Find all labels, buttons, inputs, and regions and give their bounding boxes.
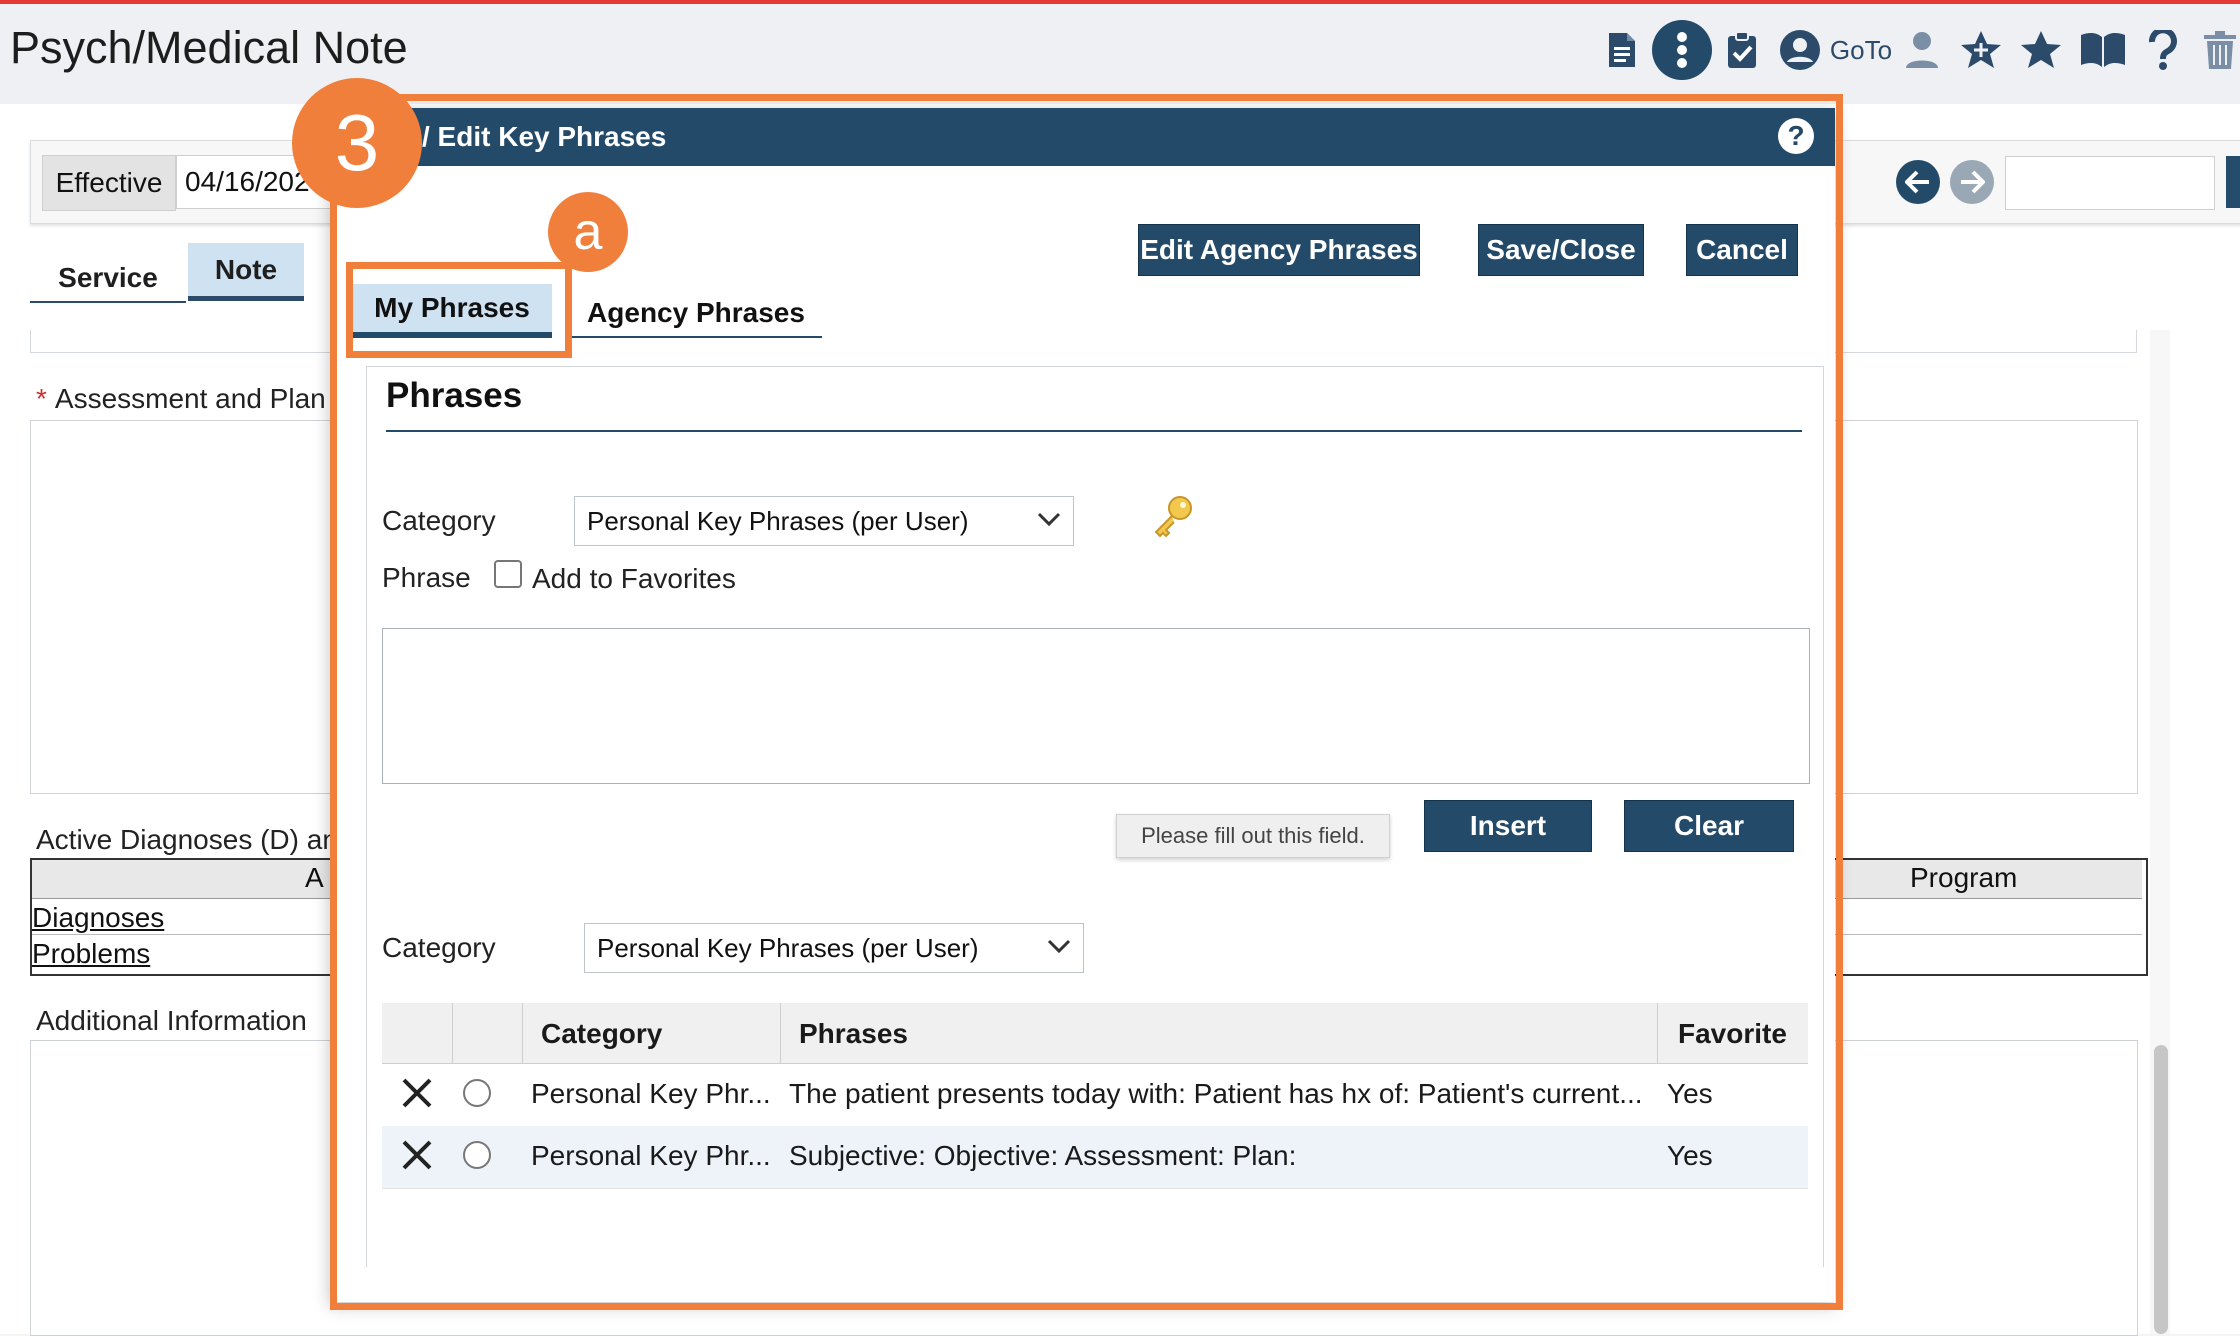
clipboard-check-icon[interactable]: [1724, 22, 1760, 78]
star-icon[interactable]: [2018, 22, 2064, 78]
trash-icon[interactable]: [2200, 22, 2240, 78]
assessment-label: * Assessment and Plan: [36, 383, 326, 415]
effective-label: Effective: [42, 155, 176, 211]
previous-arrow-icon[interactable]: [1896, 160, 1940, 204]
edge-button[interactable]: [2226, 156, 2240, 208]
assessment-label-text: Assessment and Plan: [54, 383, 326, 414]
problems-link[interactable]: Problems: [32, 938, 150, 970]
diagnoses-col-header: A: [305, 862, 324, 893]
program-col-header: Program: [1910, 862, 2018, 893]
annotation-sub-badge: a: [548, 192, 628, 272]
scrollbar-thumb[interactable]: [2154, 1045, 2168, 1334]
tab-note[interactable]: Note: [188, 243, 304, 301]
star-plus-icon[interactable]: [1958, 22, 2004, 78]
annotation-tab-highlight: [346, 262, 572, 358]
diagnoses-label: Active Diagnoses (D) an: [36, 824, 338, 855]
content-strip: [30, 330, 332, 353]
goto-label: GoTo: [1829, 34, 1893, 65]
book-icon[interactable]: [2078, 22, 2128, 78]
search-input[interactable]: [2005, 156, 2215, 210]
content-strip-right: [1800, 330, 2137, 353]
account-circle-icon[interactable]: [1778, 22, 1822, 78]
help-icon[interactable]: [2146, 22, 2180, 78]
page-title: Psych/Medical Note: [10, 22, 408, 73]
person-icon[interactable]: [1904, 22, 1940, 78]
more-vert-icon[interactable]: [1652, 20, 1712, 80]
additional-info-label: Additional Information: [36, 1005, 307, 1036]
next-arrow-icon[interactable]: [1950, 160, 1994, 204]
annotation-step-badge: 3: [292, 78, 422, 208]
tab-service[interactable]: Service: [30, 255, 186, 303]
document-icon[interactable]: [1604, 22, 1640, 78]
required-marker: *: [36, 383, 47, 414]
goto-link[interactable]: GoTo: [1829, 22, 1893, 78]
diagnoses-link[interactable]: Diagnoses: [32, 902, 164, 934]
